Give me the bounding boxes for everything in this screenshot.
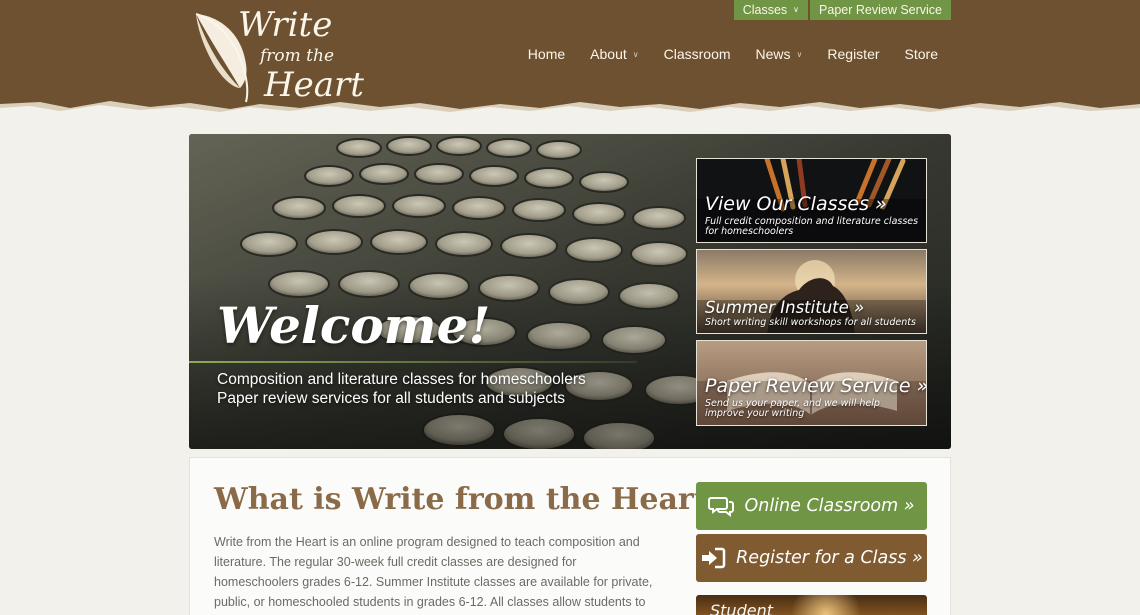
nav-item-news[interactable]: News ∨ <box>756 46 803 62</box>
about-body: Write from the Heart is an online progra… <box>214 535 653 609</box>
site-header: Write from the Heart Classes ∨ Paper Rev… <box>0 0 1140 122</box>
nav-item-about[interactable]: About ∨ <box>590 46 638 62</box>
promo-subtitle: Full credit composition and literature c… <box>705 216 919 237</box>
promo-subtitle: Send us your paper, and we will help imp… <box>705 398 880 419</box>
util-nav-classes[interactable]: Classes ∨ <box>733 0 809 20</box>
nav-item-label: Classroom <box>663 46 731 62</box>
nav-item-classroom[interactable]: Classroom <box>664 46 731 62</box>
logo-text-write: Write <box>238 5 333 45</box>
hero-tagline-1: Composition and literature classes for h… <box>217 371 586 388</box>
chevron-down-icon: ∨ <box>632 49 639 59</box>
nav-item-label: Home <box>527 46 566 62</box>
student-card-glow <box>786 595 866 615</box>
util-nav-paper-review-label: Paper Review Service <box>819 3 942 17</box>
chevron-down-icon: ∨ <box>796 49 803 59</box>
site-logo[interactable]: Write from the Heart <box>190 5 370 105</box>
nav-item-label: News <box>755 46 791 62</box>
promo-paper-review[interactable]: Paper Review Service » Send us your pape… <box>696 340 927 426</box>
student-promo-card[interactable]: Student <box>696 595 927 615</box>
promo-title: Summer Institute » <box>705 298 865 317</box>
hero-divider <box>189 361 637 363</box>
nav-item-label: Register <box>827 46 880 62</box>
main-nav: Home About ∨ Classroom News ∨ Register S… <box>528 44 938 64</box>
nav-item-home[interactable]: Home <box>528 46 565 62</box>
nav-item-label: About <box>590 46 627 62</box>
logo-text-heart: Heart <box>264 65 364 105</box>
torn-paper-edge <box>0 101 1140 122</box>
util-nav-paper-review[interactable]: Paper Review Service <box>810 0 951 20</box>
about-heading: What is Write from the Heart? <box>214 482 726 517</box>
about-section: What is Write from the Heart? Write from… <box>189 457 951 615</box>
student-card-title: Student <box>710 601 773 615</box>
online-classroom-button[interactable]: Online Classroom » <box>696 482 927 530</box>
nav-item-store[interactable]: Store <box>905 46 938 62</box>
nav-item-label: Store <box>904 46 938 62</box>
promo-subtitle: Short writing skill workshops for all st… <box>705 317 916 328</box>
promo-title: View Our Classes » <box>705 193 887 215</box>
promo-summer-institute[interactable]: Summer Institute » Short writing skill w… <box>696 249 927 334</box>
register-class-button[interactable]: Register for a Class » <box>696 534 927 582</box>
register-class-label: Register for a Class » <box>736 548 923 568</box>
chevron-down-icon: ∨ <box>793 5 800 14</box>
utility-nav: Classes ∨ Paper Review Service <box>733 0 951 20</box>
hero-banner: Welcome! Composition and literature clas… <box>189 134 951 449</box>
util-nav-classes-label: Classes <box>742 3 788 17</box>
hero-title: Welcome! <box>217 296 491 355</box>
promo-view-classes[interactable]: View Our Classes » Full credit compositi… <box>696 158 927 243</box>
sign-in-icon <box>702 547 726 569</box>
logo-text-from-the: from the <box>260 46 335 66</box>
hero-tagline-2: Paper review services for all students a… <box>217 390 566 407</box>
nav-item-register[interactable]: Register <box>827 46 879 62</box>
online-classroom-label: Online Classroom » <box>744 496 915 516</box>
chat-bubbles-icon <box>708 497 735 517</box>
promo-title: Paper Review Service » <box>705 375 927 397</box>
